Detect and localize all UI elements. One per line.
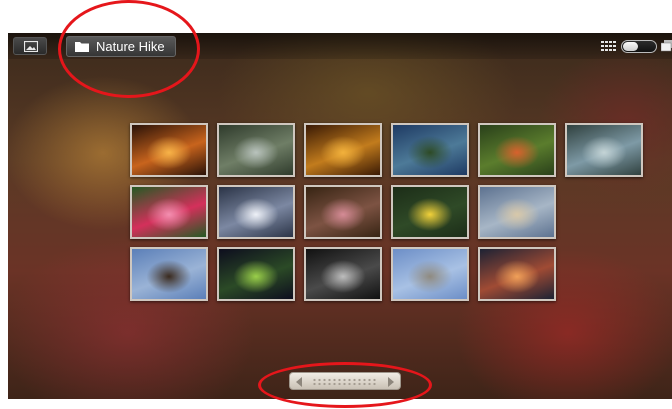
callout-scrubber [258,362,432,408]
photo-thumbnail-church[interactable] [130,247,208,301]
photo-thumbnail-sunset-city[interactable] [478,247,556,301]
photo-thumbnail-yellow-hibiscus[interactable] [391,185,469,239]
photo-thumbnail-palm-trees[interactable] [391,123,469,177]
picture-icon [24,41,38,52]
photo-thumbnail-orange-flowers[interactable] [478,123,556,177]
view-switch[interactable] [621,39,657,53]
photo-thumbnail-succulent[interactable] [565,123,643,177]
photo-thumbnail-waterfall[interactable] [217,123,295,177]
view-toggle[interactable] [601,39,672,53]
switch-knob [623,41,638,51]
thumbnail-grid [130,123,643,308]
photo-thumbnail-pink-lily[interactable] [304,185,382,239]
photo-thumbnail-autumn-leaves[interactable] [304,123,382,177]
stack-icon [661,40,672,52]
grid-icon [601,41,616,51]
photo-thumbnail-street-sign[interactable] [391,247,469,301]
photo-thumbnail-red-lily[interactable] [130,185,208,239]
photo-thumbnail-night-plant[interactable] [217,247,295,301]
gallery-home-button[interactable] [13,37,47,55]
photo-thumbnail-beach[interactable] [478,185,556,239]
photo-thumbnail-cave-fire[interactable] [130,123,208,177]
photo-thumbnail-sunburst[interactable] [217,185,295,239]
callout-album-title [58,0,200,98]
photo-thumbnail-tunnel[interactable] [304,247,382,301]
